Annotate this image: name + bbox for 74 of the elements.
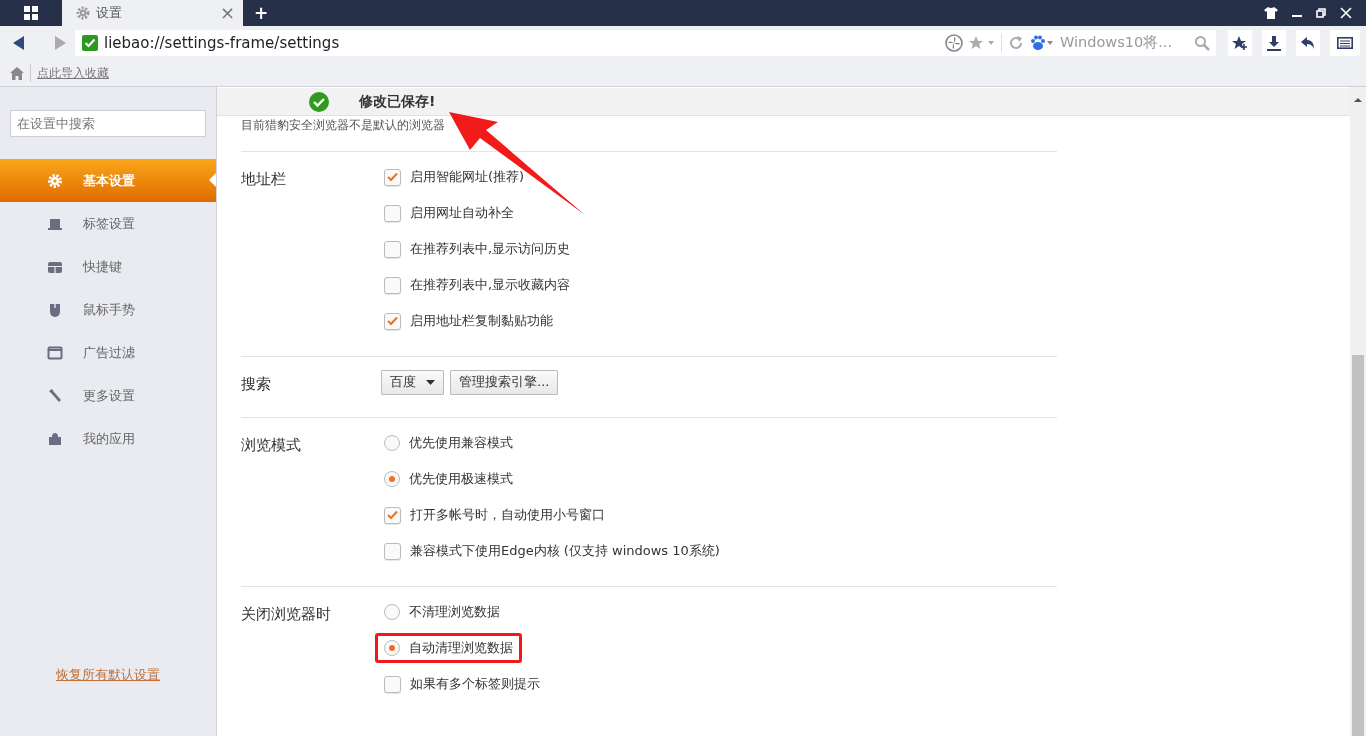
sidebar-item[interactable]: 快捷键 (0, 245, 216, 288)
import-bookmarks-link[interactable]: 点此导入收藏 (30, 64, 109, 82)
sidebar-item[interactable]: 广告过滤 (0, 331, 216, 374)
section-label: 关闭浏览器时 (241, 604, 332, 625)
favorites-button[interactable] (1228, 30, 1252, 56)
mouse-icon (47, 301, 63, 318)
option-label[interactable]: 优先使用兼容模式 (409, 433, 513, 453)
checkbox[interactable] (384, 675, 401, 693)
radio-button[interactable] (384, 435, 400, 451)
checkbox[interactable] (384, 240, 401, 258)
checkbox[interactable] (384, 506, 401, 524)
option-label[interactable]: 自动清理浏览数据 (409, 638, 513, 658)
forward-icon[interactable] (53, 35, 67, 51)
option-label[interactable]: 不清理浏览数据 (409, 602, 500, 622)
option-label[interactable]: 在推荐列表中,显示访问历史 (410, 239, 571, 259)
checkbox[interactable] (384, 204, 401, 222)
option-label[interactable]: 启用地址栏复制黏贴功能 (410, 311, 553, 331)
menu-icon (1337, 37, 1353, 49)
caret-icon (426, 379, 435, 385)
search-icon[interactable] (1194, 35, 1210, 51)
sidebar-item[interactable]: 标签设置 (0, 202, 216, 245)
search-engine-dropdown[interactable]: 百度 (381, 369, 444, 395)
close-tab-button[interactable]: × (219, 4, 235, 22)
saved-message: 修改已保存! (359, 92, 436, 111)
scrollbar[interactable] (1350, 87, 1366, 736)
check-circle-icon (309, 91, 329, 112)
manage-search-engines-button[interactable]: 管理搜索引擎... (450, 369, 559, 395)
sidebar-item[interactable]: 我的应用 (0, 417, 216, 460)
radio-button[interactable] (384, 604, 400, 620)
option-label[interactable]: 启用网址自动补全 (410, 203, 514, 223)
checkbox[interactable] (384, 312, 401, 330)
menu-button[interactable] (1330, 30, 1360, 56)
url-text: liebao://settings-frame/settings (104, 32, 340, 54)
undo-arrow-icon (1301, 37, 1315, 49)
option-label[interactable]: 兼容模式下使用Edge内核 (仅支持 windows 10系统) (410, 541, 720, 561)
home-icon[interactable] (10, 66, 24, 80)
download-button[interactable] (1262, 30, 1286, 56)
sidebar-item[interactable]: 更多设置 (0, 374, 216, 417)
checkbox[interactable] (384, 168, 401, 186)
browser-tab[interactable]: 设置 × (62, 0, 243, 26)
option-label[interactable]: 打开多帐号时，自动使用小号窗口 (410, 505, 605, 525)
section-label: 地址栏 (241, 169, 287, 190)
radio-button[interactable] (384, 640, 400, 656)
back-icon[interactable] (12, 35, 26, 51)
gear-icon (76, 6, 90, 20)
radio-button[interactable] (384, 471, 400, 487)
fan-icon[interactable] (945, 34, 963, 52)
settings-search-field[interactable]: 在设置中搜索 (10, 110, 206, 137)
default-browser-notice: 目前猎豹安全浏览器不是默认的浏览器 (241, 117, 446, 134)
checkbox[interactable] (384, 276, 401, 294)
secure-check-icon (82, 35, 98, 51)
close-icon[interactable] (1340, 7, 1352, 19)
section-label: 搜索 (241, 374, 272, 395)
section-label: 浏览模式 (241, 435, 302, 456)
option-label[interactable]: 如果有多个标签则提示 (410, 674, 540, 694)
tab-title: 设置 (96, 4, 122, 23)
add-favorite-icon[interactable] (969, 35, 995, 51)
grid-icon[interactable] (24, 6, 38, 20)
paw-icon[interactable] (1030, 35, 1054, 51)
download-icon (1266, 35, 1282, 51)
reload-icon[interactable] (1008, 35, 1024, 51)
option-label[interactable]: 在推荐列表中,显示收藏内容 (410, 275, 571, 295)
gear-icon (47, 172, 63, 189)
window-icon (47, 344, 63, 361)
undo-button[interactable] (1296, 30, 1320, 56)
restore-icon[interactable] (1316, 8, 1326, 18)
new-tab-button[interactable]: + (250, 4, 273, 22)
checkbox[interactable] (384, 542, 401, 560)
address-field[interactable]: liebao://settings-frame/settings Windows10将... (75, 30, 1216, 56)
option-label[interactable]: 优先使用极速模式 (409, 469, 513, 489)
shirt-icon[interactable] (1264, 7, 1278, 19)
star-plus-icon (1232, 35, 1248, 51)
option-label[interactable]: 启用智能网址(推荐) (410, 167, 525, 187)
sidebar-item[interactable]: 鼠标手势 (0, 288, 216, 331)
